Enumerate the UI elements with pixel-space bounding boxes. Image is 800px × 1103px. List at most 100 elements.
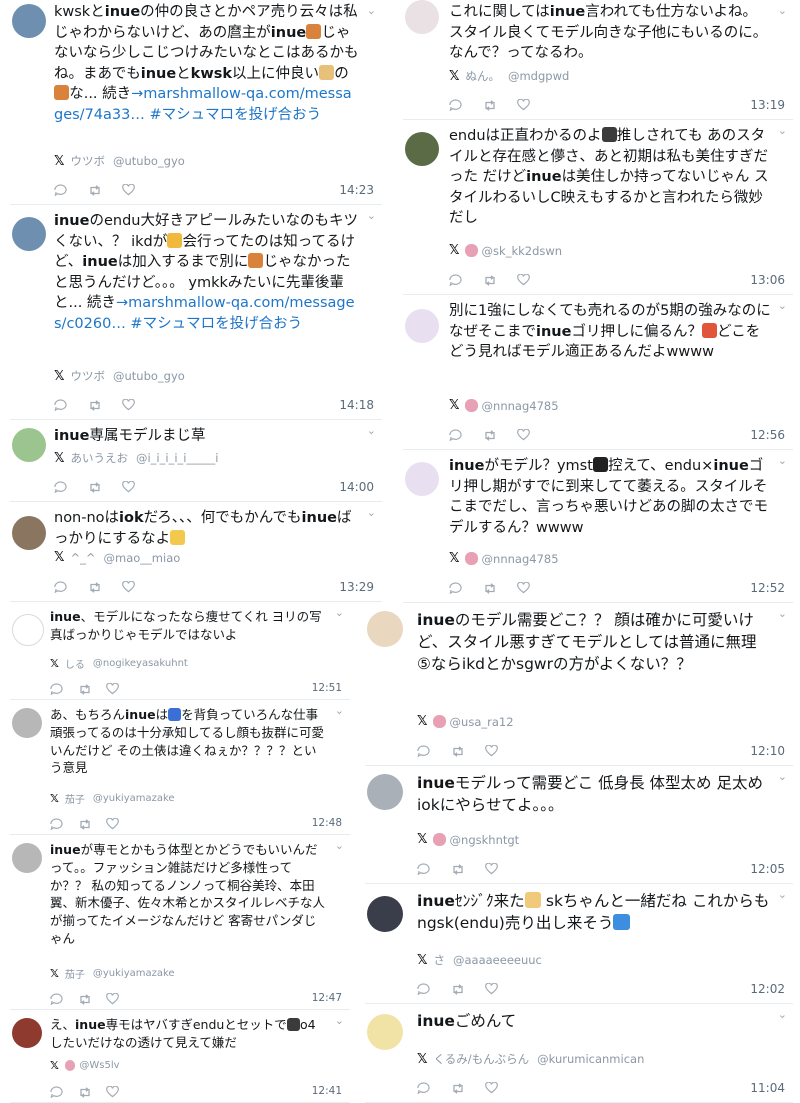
like-icon[interactable] xyxy=(517,96,530,115)
tweet-card[interactable]: ⌄ enduは正直わかるのよ 推しされても あのスタイルと存在感と儚さ、あと初期は私… xyxy=(403,120,793,295)
user-handle[interactable]: @ngskhntgt xyxy=(450,833,520,847)
retweet-icon[interactable] xyxy=(483,96,497,115)
like-icon[interactable] xyxy=(485,860,498,879)
tweet-card[interactable]: ⌄ inue、モデルになったなら痩せてくれ ヨリの写真ばっかりじゃモデルではないよ… xyxy=(10,602,350,700)
timestamp[interactable]: 12:41 xyxy=(312,1085,342,1097)
avatar[interactable] xyxy=(12,516,46,550)
retweet-icon[interactable] xyxy=(88,578,102,597)
more-chevron-icon[interactable]: ⌄ xyxy=(778,888,787,901)
retweet-icon[interactable] xyxy=(451,980,465,999)
more-chevron-icon[interactable]: ⌄ xyxy=(335,1014,344,1027)
display-name[interactable]: くるみ/もんぶらん xyxy=(433,1051,529,1067)
like-icon[interactable] xyxy=(122,396,135,415)
timestamp[interactable]: 12:51 xyxy=(312,682,342,694)
display-name[interactable]: さ xyxy=(433,952,445,968)
reply-icon[interactable] xyxy=(50,680,63,699)
like-icon[interactable] xyxy=(106,990,119,1009)
avatar[interactable] xyxy=(367,774,403,810)
avatar[interactable] xyxy=(12,843,42,873)
avatar[interactable] xyxy=(367,896,403,932)
more-chevron-icon[interactable]: ⌄ xyxy=(367,209,376,222)
timestamp[interactable]: 14:23 xyxy=(339,183,374,197)
timestamp[interactable]: 13:29 xyxy=(339,580,374,594)
avatar[interactable] xyxy=(405,462,439,496)
tweet-card[interactable]: ⌄ 別に1強にしなくても売れるのが5期の強みなのになぜそこまでinueゴリ押しに偏… xyxy=(403,295,793,450)
like-icon[interactable] xyxy=(106,815,119,834)
display-name[interactable]: ウツボ xyxy=(70,153,105,169)
reply-icon[interactable] xyxy=(449,271,462,290)
user-handle[interactable]: @yukiyamazake xyxy=(93,793,175,804)
more-chevron-icon[interactable]: ⌄ xyxy=(778,299,787,312)
tweet-card[interactable]: ⌄ inueがモデル？ymst 控えて、endu×inueゴリ押し期がすでに到来して… xyxy=(403,450,793,603)
timestamp[interactable]: 12:05 xyxy=(750,862,785,876)
reply-icon[interactable] xyxy=(50,990,63,1009)
like-icon[interactable] xyxy=(106,680,119,699)
retweet-icon[interactable] xyxy=(451,1079,465,1098)
more-chevron-icon[interactable]: ⌄ xyxy=(778,454,787,467)
reply-icon[interactable] xyxy=(417,742,430,761)
avatar[interactable] xyxy=(12,708,42,738)
retweet-icon[interactable] xyxy=(88,396,102,415)
avatar[interactable] xyxy=(12,428,46,462)
like-icon[interactable] xyxy=(485,742,498,761)
tweet-card[interactable]: ⌄ inueｾﾝｼﾞｸ来た skちゃんと一緒だね これからもngsk(endu)売… xyxy=(365,884,793,1004)
more-chevron-icon[interactable]: ⌄ xyxy=(778,4,787,17)
more-chevron-icon[interactable]: ⌄ xyxy=(367,506,376,519)
retweet-icon[interactable] xyxy=(451,860,465,879)
user-handle[interactable]: @kurumicanmican xyxy=(537,1052,644,1066)
reply-icon[interactable] xyxy=(417,860,430,879)
tweet-card[interactable]: ⌄ inueのendu大好きアピールみたいなのもキツくない、？ ikdが 会行ってた… xyxy=(10,205,382,420)
more-chevron-icon[interactable]: ⌄ xyxy=(778,124,787,137)
tweet-card[interactable]: ⌄ non-noはiokだろ、、、何でもかんでもinueばっかりにするなよ 𝕏 ^_^… xyxy=(10,502,382,602)
retweet-icon[interactable] xyxy=(78,1083,92,1102)
tweet-card[interactable]: ⌄ inue専属モデルまじ草 𝕏 あいうえお @i_i_i_i_i_____i 14:00 xyxy=(10,420,382,502)
reply-icon[interactable] xyxy=(50,815,63,834)
user-handle[interactable]: @mao__miao xyxy=(104,551,181,565)
timestamp[interactable]: 12:48 xyxy=(312,817,342,829)
more-chevron-icon[interactable]: ⌄ xyxy=(335,839,344,852)
user-handle[interactable]: @aaaaeeeeuuc xyxy=(453,953,542,967)
timestamp[interactable]: 11:04 xyxy=(750,1081,785,1095)
user-handle[interactable]: @nnnag4785 xyxy=(482,552,559,566)
timestamp[interactable]: 12:47 xyxy=(312,992,342,1004)
timestamp[interactable]: 12:56 xyxy=(750,428,785,442)
tweet-card[interactable]: ⌄ inueごめんて 𝕏 くるみ/もんぶらん @kurumicanmican 11:04 xyxy=(365,1004,793,1103)
reply-icon[interactable] xyxy=(54,396,67,415)
user-handle[interactable]: @Ws5lv xyxy=(79,1060,119,1071)
like-icon[interactable] xyxy=(122,578,135,597)
like-icon[interactable] xyxy=(517,271,530,290)
retweet-icon[interactable] xyxy=(483,579,497,598)
tweet-card[interactable]: ⌄ これに関してはinue言われても仕方ないよね。スタイル良くてモデル向きな子他に… xyxy=(403,0,793,120)
retweet-icon[interactable] xyxy=(78,990,92,1009)
more-chevron-icon[interactable]: ⌄ xyxy=(335,606,344,619)
tweet-card[interactable]: ⌄ え、inue専モはヤバすぎenduとセットで o4したいだけなの透けて見えて嫌だ… xyxy=(10,1010,350,1103)
reply-icon[interactable] xyxy=(449,426,462,445)
user-handle[interactable]: @mdgpwd xyxy=(508,69,569,83)
like-icon[interactable] xyxy=(122,478,135,497)
avatar[interactable] xyxy=(12,217,46,251)
display-name[interactable]: 茄子 xyxy=(65,791,85,806)
tweet-card[interactable]: ⌄ inueが専モとかもう体型とかどうでもいいんだって。。ファッション雑誌だけど多… xyxy=(10,835,350,1010)
more-chevron-icon[interactable]: ⌄ xyxy=(778,607,787,620)
retweet-icon[interactable] xyxy=(483,426,497,445)
retweet-icon[interactable] xyxy=(78,680,92,699)
avatar[interactable] xyxy=(367,1014,403,1050)
like-icon[interactable] xyxy=(485,980,498,999)
user-handle[interactable]: @usa_ra12 xyxy=(450,715,514,729)
avatar[interactable] xyxy=(367,611,403,647)
user-handle[interactable]: @yukiyamazake xyxy=(93,968,175,979)
tweet-card[interactable]: ⌄ あ、もちろんinueは を背負っていろんな仕事頑張ってるのは十分承知してるし顔も… xyxy=(10,700,350,835)
retweet-icon[interactable] xyxy=(451,742,465,761)
user-handle[interactable]: @sk_kk2dswn xyxy=(482,244,563,258)
timestamp[interactable]: 13:06 xyxy=(750,273,785,287)
avatar[interactable] xyxy=(405,309,439,343)
timestamp[interactable]: 13:19 xyxy=(750,98,785,112)
retweet-icon[interactable] xyxy=(78,815,92,834)
tweet-card[interactable]: ⌄ inueモデルって需要どこ 低身長 体型太め 足太め iokにやらせてよ。。。… xyxy=(365,766,793,884)
more-chevron-icon[interactable]: ⌄ xyxy=(335,704,344,717)
avatar[interactable] xyxy=(405,132,439,166)
like-icon[interactable] xyxy=(517,579,530,598)
more-chevron-icon[interactable]: ⌄ xyxy=(367,424,376,437)
avatar[interactable] xyxy=(12,1018,42,1048)
reply-icon[interactable] xyxy=(417,980,430,999)
